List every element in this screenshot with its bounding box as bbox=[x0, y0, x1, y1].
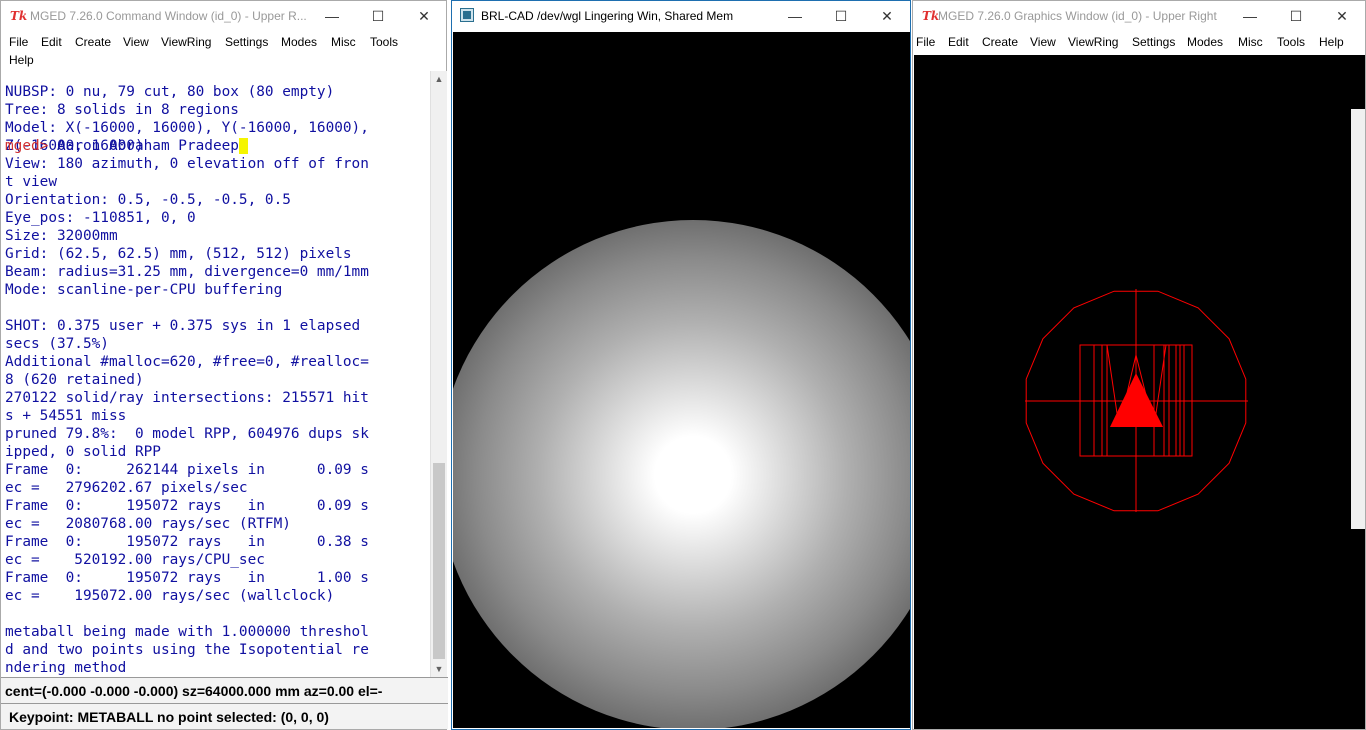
menu-settings[interactable]: Settings bbox=[225, 35, 268, 49]
maximize-icon[interactable]: ☐ bbox=[818, 1, 864, 31]
close-icon[interactable]: ✕ bbox=[401, 1, 447, 31]
view-status-line: cent=(-0.000 -0.000 -0.000) sz=64000.000… bbox=[1, 677, 448, 703]
raytrace-window-titlebar[interactable]: BRL-CAD /dev/wgl Lingering Win, Shared M… bbox=[452, 1, 910, 31]
console-line: t view bbox=[5, 174, 57, 190]
menu-help[interactable]: Help bbox=[1319, 35, 1344, 49]
console-line: Beam: radius=31.25 mm, divergence=0 mm/1… bbox=[5, 264, 369, 280]
console-input-line[interactable]: mged> Aaron Abraham Pradeep_ bbox=[5, 137, 429, 155]
console-prompt: mged> bbox=[5, 138, 49, 154]
graphics-window-menubar: File Edit Create View ViewRing Settings … bbox=[913, 31, 1365, 53]
menu-file[interactable]: File bbox=[916, 35, 935, 49]
maximize-icon[interactable]: ☐ bbox=[355, 1, 401, 31]
console-line: d and two points using the Isopotential … bbox=[5, 642, 369, 658]
metaball-wireframe-core bbox=[1110, 373, 1163, 427]
wireframe-display[interactable] bbox=[914, 55, 1365, 729]
menu-misc[interactable]: Misc bbox=[331, 35, 356, 49]
menu-view[interactable]: View bbox=[123, 35, 149, 49]
menu-viewring[interactable]: ViewRing bbox=[1068, 35, 1118, 49]
menu-create[interactable]: Create bbox=[75, 35, 111, 49]
raytrace-image bbox=[453, 32, 910, 728]
console-line: Additional #malloc=620, #free=0, #reallo… bbox=[5, 354, 369, 370]
console-line: NUBSP: 0 nu, 79 cut, 80 box (80 empty) bbox=[5, 84, 335, 100]
minimize-icon[interactable]: — bbox=[309, 1, 355, 31]
console-line: pruned 79.8%: 0 model RPP, 604976 dups s… bbox=[5, 426, 369, 442]
console-line: ec = 2796202.67 pixels/sec bbox=[5, 480, 248, 496]
menu-tools[interactable]: Tools bbox=[370, 35, 398, 49]
menu-edit[interactable]: Edit bbox=[41, 35, 62, 49]
console-line: 270122 solid/ray intersections: 215571 h… bbox=[5, 390, 369, 406]
menu-create[interactable]: Create bbox=[982, 35, 1018, 49]
graphics-window-title: MGED 7.26.0 Graphics Window (id_0) - Upp… bbox=[938, 9, 1217, 23]
tk-app-icon: Tk bbox=[10, 9, 28, 23]
menu-viewring[interactable]: ViewRing bbox=[161, 35, 211, 49]
console-line: SHOT: 0.375 user + 0.375 sys in 1 elapse… bbox=[5, 318, 361, 334]
close-icon[interactable]: ✕ bbox=[1319, 1, 1365, 31]
raytrace-framebuffer-window: BRL-CAD /dev/wgl Lingering Win, Shared M… bbox=[451, 0, 911, 730]
framebuffer-app-icon bbox=[460, 8, 474, 22]
text-cursor: _ bbox=[238, 138, 248, 154]
console-line: Frame 0: 195072 rays in 1.00 s bbox=[5, 570, 369, 586]
console-line: Tree: 8 solids in 8 regions bbox=[5, 102, 239, 118]
menu-file[interactable]: File bbox=[9, 35, 28, 49]
console-input-text[interactable]: Aaron Abraham Pradeep bbox=[48, 138, 239, 154]
menu-view[interactable]: View bbox=[1030, 35, 1056, 49]
console-line: Model: X(-16000, 16000), Y(-16000, 16000… bbox=[5, 120, 369, 136]
raytrace-window-title: BRL-CAD /dev/wgl Lingering Win, Shared M… bbox=[481, 9, 734, 23]
console-line: secs (37.5%) bbox=[5, 336, 109, 352]
menu-modes[interactable]: Modes bbox=[281, 35, 317, 49]
menu-tools[interactable]: Tools bbox=[1277, 35, 1305, 49]
console-line: s + 54551 miss bbox=[5, 408, 127, 424]
console-line: Size: 32000mm bbox=[5, 228, 118, 244]
menu-edit[interactable]: Edit bbox=[948, 35, 969, 49]
console-line: ipped, 0 solid RPP bbox=[5, 444, 161, 460]
close-icon[interactable]: ✕ bbox=[864, 1, 910, 31]
command-window-titlebar[interactable]: Tk MGED 7.26.0 Command Window (id_0) - U… bbox=[1, 1, 446, 31]
console-line: Mode: scanline-per-CPU buffering bbox=[5, 282, 283, 298]
graphics-window-titlebar[interactable]: Tk MGED 7.26.0 Graphics Window (id_0) - … bbox=[913, 1, 1365, 31]
minimize-icon[interactable]: — bbox=[772, 1, 818, 31]
console-output[interactable]: NUBSP: 0 nu, 79 cut, 80 box (80 empty) Tr… bbox=[5, 65, 429, 677]
console-scrollbar[interactable]: ▲ ▼ bbox=[430, 71, 447, 677]
command-window-menubar: File Edit Create View ViewRing Settings … bbox=[1, 31, 446, 67]
graphics-scrollbar[interactable] bbox=[1351, 109, 1365, 529]
console-line: ec = 195072.00 rays/sec (wallclock) bbox=[5, 588, 335, 604]
keypoint-status-line: Keypoint: METABALL no point selected: (0… bbox=[1, 703, 448, 729]
shaded-metaball-render bbox=[453, 220, 910, 728]
command-window-title: MGED 7.26.0 Command Window (id_0) - Uppe… bbox=[30, 9, 307, 23]
console-history: NUBSP: 0 nu, 79 cut, 80 box (80 empty) Tr… bbox=[5, 83, 429, 676]
console-line: Frame 0: 262144 pixels in 0.09 s bbox=[5, 462, 369, 478]
maximize-icon[interactable]: ☐ bbox=[1273, 1, 1319, 31]
scroll-down-icon[interactable]: ▼ bbox=[431, 661, 447, 677]
console-line: Grid: (62.5, 62.5) mm, (512, 512) pixels bbox=[5, 246, 352, 262]
console-line: View: 180 azimuth, 0 elevation off of fr… bbox=[5, 156, 369, 172]
console-line: 8 (620 retained) bbox=[5, 372, 144, 388]
menu-modes[interactable]: Modes bbox=[1187, 35, 1223, 49]
mged-graphics-window: Tk MGED 7.26.0 Graphics Window (id_0) - … bbox=[912, 0, 1366, 730]
tk-app-icon: Tk bbox=[922, 9, 940, 23]
scroll-up-icon[interactable]: ▲ bbox=[431, 71, 447, 87]
scrollbar-thumb[interactable] bbox=[433, 463, 445, 659]
mged-command-window: Tk MGED 7.26.0 Command Window (id_0) - U… bbox=[0, 0, 448, 730]
menu-settings[interactable]: Settings bbox=[1132, 35, 1175, 49]
console-line: ndering method bbox=[5, 660, 127, 676]
console-line: metaball being made with 1.000000 thresh… bbox=[5, 624, 369, 640]
console-line: Frame 0: 195072 rays in 0.09 s bbox=[5, 498, 369, 514]
console-line: Orientation: 0.5, -0.5, -0.5, 0.5 bbox=[5, 192, 291, 208]
console-line: ec = 520192.00 rays/CPU_sec bbox=[5, 552, 265, 568]
console-line: Frame 0: 195072 rays in 0.38 s bbox=[5, 534, 369, 550]
minimize-icon[interactable]: — bbox=[1227, 1, 1273, 31]
metaball-sphere bbox=[453, 220, 910, 728]
console-line: ec = 2080768.00 rays/sec (RTFM) bbox=[5, 516, 291, 532]
menu-misc[interactable]: Misc bbox=[1238, 35, 1263, 49]
wireframe-drawing bbox=[1025, 289, 1248, 512]
console-line: Eye_pos: -110851, 0, 0 bbox=[5, 210, 196, 226]
